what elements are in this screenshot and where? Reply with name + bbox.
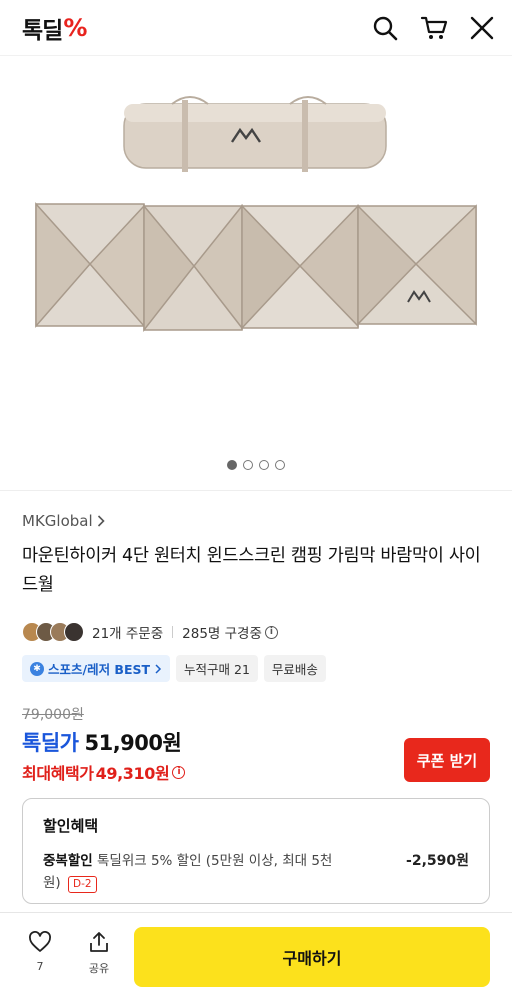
info-icon[interactable]: i <box>264 625 278 639</box>
product-image[interactable] <box>0 56 512 490</box>
cumulative-purchase-badge: 누적구매 21 <box>176 655 258 682</box>
deal-price: 51,900원 <box>84 731 182 755</box>
gear-icon: ✱ <box>30 661 44 676</box>
badge-label: 스포츠/레저 BEST <box>48 662 151 677</box>
benefit-title: 할인혜택 <box>43 817 99 835</box>
max-benefit-label: 최대혜택가 <box>22 764 94 783</box>
benefit-description: 중복할인 톡딜위크 5% 할인 (5만원 이상, 최대 5천원) D-2 <box>43 850 343 894</box>
deal-price-label: 톡딜가 <box>22 731 79 755</box>
carousel-dot[interactable] <box>259 460 269 470</box>
max-benefit-row: 최대혜택가 49,310원 i <box>22 760 186 784</box>
like-count: 7 <box>36 960 44 973</box>
benefit-amount: -2,590원 <box>406 853 469 869</box>
buyer-avatars <box>22 622 84 642</box>
seller-name: MKGlobal <box>22 512 93 530</box>
seller-link[interactable]: MKGlobal <box>22 512 105 530</box>
cart-icon[interactable] <box>420 15 448 41</box>
buy-button[interactable]: 구매하기 <box>134 927 490 987</box>
top-header: 톡딜% <box>0 0 512 56</box>
share-button[interactable]: 공유 <box>79 931 119 976</box>
discount-benefit-box: 할인혜택 중복할인 톡딜위크 5% 할인 (5만원 이상, 최대 5천원) D-… <box>22 798 490 904</box>
benefit-name: 중복할인 <box>43 853 93 869</box>
carousel-dot[interactable] <box>275 460 285 470</box>
category-best-badge[interactable]: ✱ 스포츠/레저 BEST <box>22 655 171 682</box>
avatar <box>64 622 84 642</box>
share-label: 공유 <box>88 962 110 975</box>
coupon-button[interactable]: 쿠폰 받기 <box>404 738 490 782</box>
product-stats: 21개 주문중 285명 구경중 i <box>22 620 278 644</box>
max-benefit-price: 49,310원 <box>95 764 170 783</box>
search-icon[interactable] <box>372 15 398 41</box>
viewer-count: 285명 구경중 <box>182 626 262 642</box>
carousel-dot[interactable] <box>243 460 253 470</box>
logo-mark: % <box>63 13 87 42</box>
dday-badge: D-2 <box>67 876 97 893</box>
product-title: 마운틴하이커 4단 원터치 윈드스크린 캠핑 가림막 바람막이 사이드월 <box>22 546 481 595</box>
heart-icon <box>29 931 51 952</box>
chevron-right-icon <box>155 663 162 674</box>
order-count: 21개 주문중 <box>92 626 164 642</box>
logo[interactable]: 톡딜% <box>22 11 87 45</box>
deal-price-row: 톡딜가 51,900원 <box>22 727 182 757</box>
free-shipping-badge: 무료배송 <box>263 655 326 682</box>
carousel-dot[interactable] <box>227 460 237 470</box>
share-icon <box>90 932 108 952</box>
chevron-right-icon <box>97 515 105 527</box>
section-divider <box>0 490 512 491</box>
benefit-row: 중복할인 톡딜위크 5% 할인 (5만원 이상, 최대 5천원) D-2 -2,… <box>43 850 469 894</box>
like-button[interactable]: 7 <box>20 931 60 973</box>
logo-text: 톡딜 <box>22 17 63 44</box>
close-icon[interactable] <box>470 16 494 40</box>
stat-separator <box>172 626 174 638</box>
carousel-indicator <box>0 460 512 470</box>
info-icon[interactable]: i <box>172 765 186 779</box>
badge-list: ✱ 스포츠/레저 BEST 누적구매 21 무료배송 <box>22 655 326 682</box>
bottom-action-bar: 7 공유 구매하기 <box>0 912 512 1000</box>
original-price: 79,000원 <box>22 707 84 723</box>
